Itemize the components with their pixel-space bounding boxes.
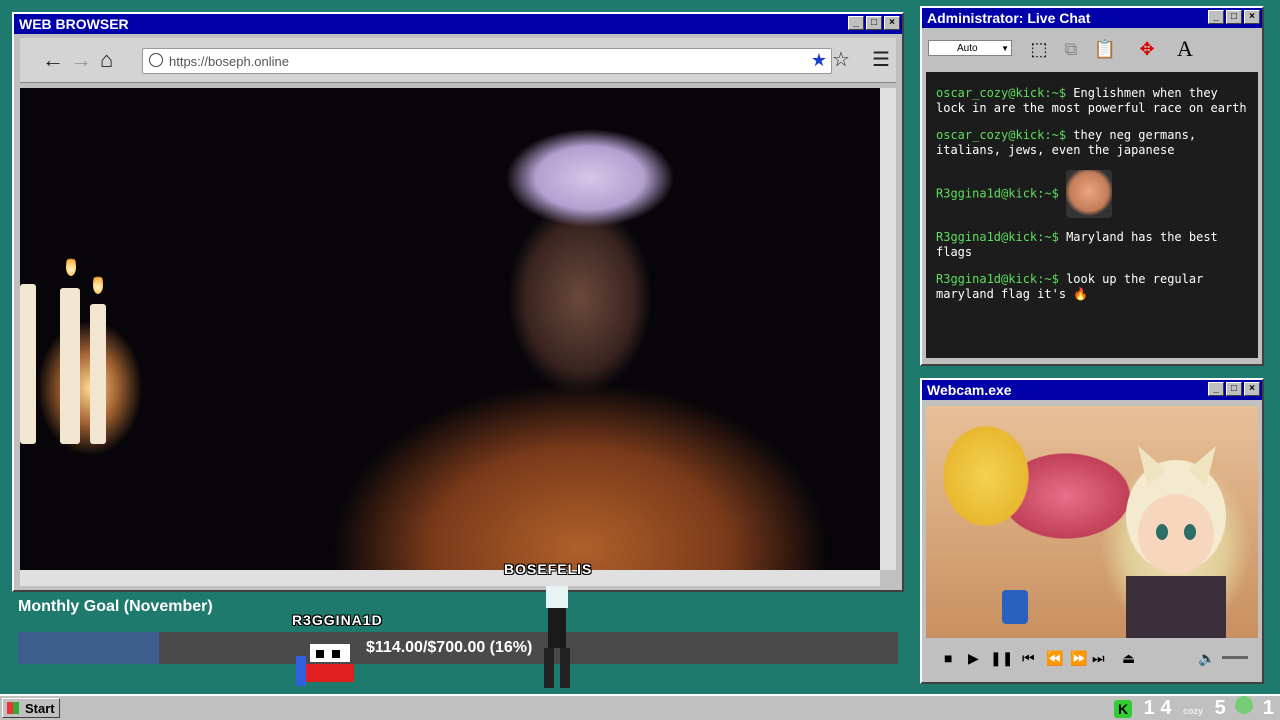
- copy-icon[interactable]: ⧉: [1056, 34, 1086, 64]
- minimize-button[interactable]: _: [848, 16, 864, 30]
- candle: [20, 284, 36, 444]
- taskbar: Start K 1 4 cozy 5 1: [0, 694, 1280, 720]
- system-tray: K 1 4 cozy 5 1: [1114, 696, 1274, 719]
- pixel-sprite-character: [544, 586, 570, 688]
- start-button[interactable]: Start: [2, 698, 60, 718]
- candle: [90, 304, 106, 444]
- chat-username: R3ggina1d@kick:~$: [936, 186, 1059, 201]
- goal-title: Monthly Goal (November): [18, 598, 213, 615]
- chat-username: oscar_cozy@kick:~$: [936, 128, 1067, 142]
- maximize-button[interactable]: □: [866, 16, 882, 30]
- paste-icon[interactable]: 📋: [1090, 34, 1120, 64]
- chat-message: R3ggina1d@kick:~$ Maryland has the best …: [936, 230, 1248, 260]
- font-icon[interactable]: A: [1170, 34, 1200, 64]
- address-bar[interactable]: https://boseph.online ★: [142, 48, 832, 74]
- tray-number: 5: [1214, 697, 1226, 719]
- tray-small-label: cozy: [1183, 706, 1204, 716]
- close-button[interactable]: ×: [1244, 382, 1260, 396]
- url-text: https://boseph.online: [169, 54, 289, 69]
- chat-title: Administrator: Live Chat: [927, 10, 1091, 26]
- back-arrow-icon[interactable]: ←: [42, 49, 64, 71]
- candle: [60, 288, 80, 444]
- chat-message: oscar_cozy@kick:~$ they neg germans, ita…: [936, 128, 1248, 158]
- forward-arrow-icon[interactable]: →: [70, 49, 92, 71]
- font-size-select-value: Auto: [957, 43, 978, 54]
- start-label: Start: [25, 701, 55, 716]
- windows-logo-icon: [7, 702, 19, 714]
- maximize-button[interactable]: □: [1226, 10, 1242, 24]
- pixel-sprite-mario: [296, 644, 354, 686]
- chat-username: R3ggina1d@kick:~$: [936, 272, 1059, 286]
- close-button[interactable]: ×: [884, 16, 900, 30]
- vertical-scrollbar[interactable]: [880, 88, 896, 570]
- webcam-window: Webcam.exe _ □ × ■ ▶ ❚❚ ⏮ ⏪ ⏩ ⏭ ⏏ 🔈: [920, 378, 1264, 684]
- tray-number: 1: [1262, 697, 1274, 719]
- eject-icon[interactable]: ⏏: [1122, 650, 1135, 667]
- chat-messages: oscar_cozy@kick:~$ Englishmen when they …: [926, 72, 1258, 358]
- skip-back-icon[interactable]: ⏮: [1022, 650, 1035, 667]
- tray-number: 1: [1143, 697, 1155, 719]
- pause-icon[interactable]: ❚❚: [990, 650, 1013, 667]
- candle-flame: [66, 254, 76, 276]
- browser-titlebar[interactable]: WEB BROWSER _ □ ×: [14, 14, 902, 34]
- chat-titlebar[interactable]: Administrator: Live Chat _ □ ×: [922, 8, 1262, 28]
- stop-icon[interactable]: ■: [944, 650, 952, 666]
- font-size-select[interactable]: Auto ▼: [928, 40, 1012, 56]
- chat-message: R3ggina1d@kick:~$ look up the regular ma…: [936, 272, 1248, 302]
- browser-title: WEB BROWSER: [19, 16, 129, 32]
- candle-flame: [93, 272, 103, 294]
- rewind-icon[interactable]: ⏪: [1046, 650, 1063, 667]
- skip-forward-icon[interactable]: ⏭: [1092, 650, 1105, 667]
- video-player[interactable]: [20, 88, 880, 570]
- globe-icon: [149, 53, 163, 67]
- streamer-name-label: BOSEFELIS: [504, 561, 593, 577]
- emote-image: [1066, 170, 1113, 218]
- goal-progress-text: $114.00/$700.00 (16%): [366, 639, 533, 656]
- bookmark-star-icon[interactable]: ★: [811, 50, 827, 71]
- home-icon[interactable]: ⌂: [100, 49, 113, 71]
- tray-number: 4: [1160, 697, 1172, 719]
- play-circle-icon[interactable]: [1235, 696, 1254, 714]
- close-button[interactable]: ×: [1244, 10, 1260, 24]
- minimize-button[interactable]: _: [1208, 382, 1224, 396]
- browser-nav-bar: ← → ⌂ https://boseph.online ★ ☆ ☰: [20, 38, 896, 83]
- live-chat-window: Administrator: Live Chat _ □ × Auto ▼ ⬚ …: [920, 6, 1264, 366]
- minimize-button[interactable]: _: [1208, 10, 1224, 24]
- chat-username: oscar_cozy@kick:~$: [936, 86, 1067, 100]
- fast-forward-icon[interactable]: ⏩: [1070, 650, 1087, 667]
- donor-label: R3GGINA1D: [292, 612, 383, 628]
- chat-message: oscar_cozy@kick:~$ Englishmen when they …: [936, 86, 1248, 116]
- volume-icon[interactable]: 🔈: [1198, 650, 1215, 667]
- media-controls: ■ ▶ ❚❚ ⏮ ⏪ ⏩ ⏭ ⏏ 🔈: [926, 642, 1258, 676]
- menu-icon[interactable]: ☰: [872, 50, 890, 70]
- chat-message: R3ggina1d@kick:~$: [936, 170, 1248, 218]
- vtuber-avatar: [1002, 446, 1226, 638]
- browser-window: WEB BROWSER _ □ × ← → ⌂ https://boseph.o…: [12, 12, 904, 592]
- horizontal-scrollbar[interactable]: [20, 570, 880, 586]
- webcam-view: [926, 406, 1258, 638]
- chevron-down-icon: ▼: [1001, 44, 1009, 53]
- webcam-titlebar[interactable]: Webcam.exe _ □ ×: [922, 380, 1262, 400]
- chat-toolbar: Auto ▼ ⬚ ⧉ 📋 ✥ A: [926, 32, 1258, 68]
- select-tool-icon[interactable]: ⬚: [1024, 34, 1054, 64]
- chat-username: R3ggina1d@kick:~$: [936, 230, 1059, 244]
- play-icon[interactable]: ▶: [968, 650, 979, 667]
- webcam-title: Webcam.exe: [927, 382, 1012, 398]
- volume-slider[interactable]: [1222, 656, 1248, 659]
- favorites-star-icon[interactable]: ☆: [832, 50, 850, 70]
- kick-icon[interactable]: K: [1114, 700, 1133, 718]
- goal-progress-fill: [18, 632, 159, 664]
- maximize-button[interactable]: □: [1226, 382, 1242, 396]
- move-icon[interactable]: ✥: [1132, 34, 1162, 64]
